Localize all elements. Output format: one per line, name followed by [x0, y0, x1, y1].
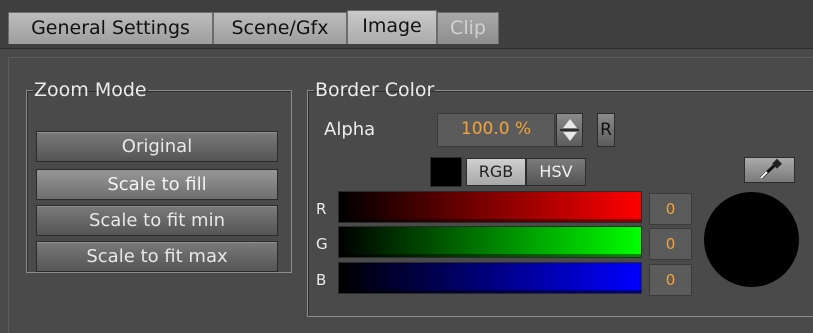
- tab-bar: General Settings Scene/Gfx Image Clip: [0, 0, 813, 49]
- zoom-original-button[interactable]: Original: [36, 131, 278, 162]
- alpha-input[interactable]: 100.0 %: [437, 113, 555, 147]
- tab-general-settings[interactable]: General Settings: [8, 12, 213, 44]
- blue-slider[interactable]: [338, 262, 642, 294]
- tab-clip: Clip: [437, 12, 499, 44]
- hsv-mode-button[interactable]: HSV: [526, 158, 586, 186]
- spin-up-icon[interactable]: [563, 119, 577, 128]
- zoom-scale-to-fit-max-button[interactable]: Scale to fit max: [36, 241, 278, 272]
- alpha-spinner[interactable]: [556, 113, 583, 147]
- color-preview-circle: [704, 192, 799, 287]
- green-value[interactable]: 0: [649, 228, 692, 260]
- channel-g-label: G: [316, 235, 328, 253]
- spin-down-icon[interactable]: [563, 132, 577, 141]
- zoom-mode-title: Zoom Mode: [34, 79, 147, 101]
- color-picker-button[interactable]: [744, 157, 795, 183]
- zoom-scale-to-fill-button[interactable]: Scale to fill: [36, 169, 278, 200]
- zoom-scale-to-fit-min-button[interactable]: Scale to fit min: [36, 205, 278, 236]
- tab-image[interactable]: Image: [347, 10, 437, 44]
- eyedropper-icon: [759, 158, 782, 180]
- red-slider[interactable]: [338, 191, 642, 223]
- rgb-mode-button[interactable]: RGB: [466, 158, 526, 186]
- zoom-mode-group: Zoom Mode Original Scale to fill Scale t…: [26, 80, 292, 273]
- green-slider[interactable]: [338, 226, 642, 258]
- red-value[interactable]: 0: [649, 193, 692, 225]
- border-color-title: Border Color: [315, 79, 435, 101]
- alpha-label: Alpha: [324, 119, 376, 140]
- channel-r-label: R: [316, 200, 327, 218]
- channel-b-label: B: [316, 271, 327, 289]
- alpha-reset-button[interactable]: R: [597, 113, 615, 147]
- blue-value[interactable]: 0: [649, 264, 692, 296]
- tab-scene-gfx[interactable]: Scene/Gfx: [213, 12, 347, 44]
- color-swatch[interactable]: [430, 157, 462, 187]
